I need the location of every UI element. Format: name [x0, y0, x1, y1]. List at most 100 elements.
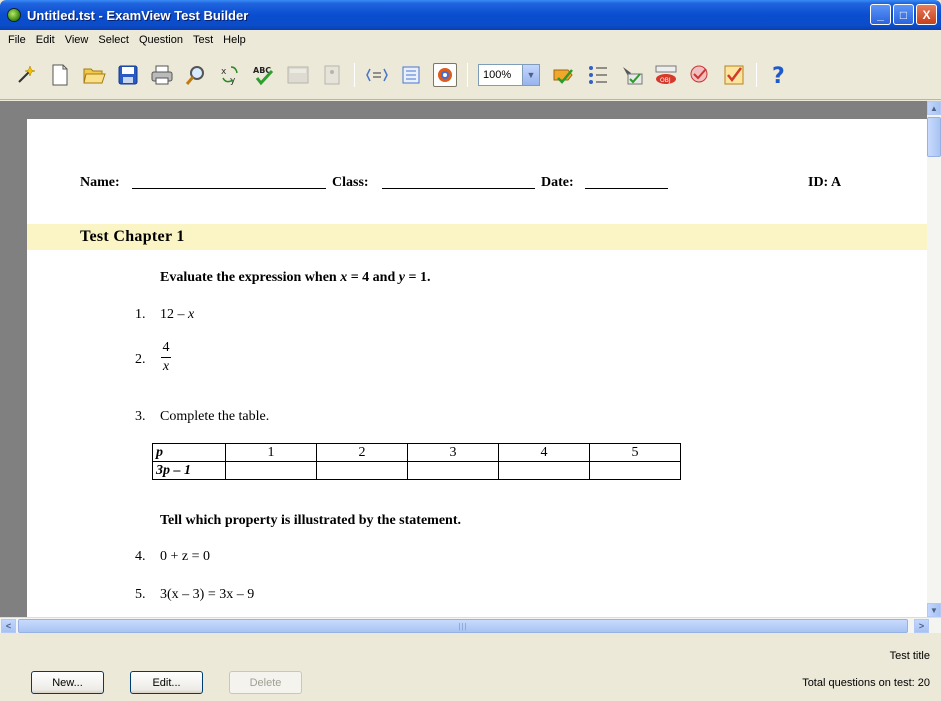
- question-text: Complete the table.: [160, 409, 270, 424]
- document-area[interactable]: Name: Class: Date: ID: A Test Chapter 1 …: [0, 101, 941, 617]
- question-4[interactable]: 4. 0 + z = 0: [135, 549, 210, 565]
- question-3[interactable]: 3. Complete the table.: [135, 409, 269, 425]
- menu-edit[interactable]: Edit: [31, 32, 60, 48]
- toolbar: xy ABC 100% ▼ OBJ ?: [0, 50, 941, 100]
- answer-key-icon[interactable]: [620, 63, 644, 87]
- chevron-down-icon[interactable]: ▼: [522, 64, 539, 85]
- app-icon: [7, 8, 21, 22]
- objectives-icon[interactable]: OBJ: [654, 63, 678, 87]
- toolbar-separator: [467, 62, 468, 87]
- numbering-icon[interactable]: [586, 63, 610, 87]
- menu-help[interactable]: Help: [218, 32, 251, 48]
- window-controls: _ □ X: [870, 4, 937, 25]
- instruction-text: Evaluate the expression when: [160, 270, 341, 285]
- edit-button[interactable]: Edit...: [130, 671, 203, 694]
- toolbar-separator: [354, 62, 355, 87]
- question-number: 5.: [135, 587, 146, 602]
- fraction-numerator: 4: [162, 340, 170, 355]
- scramble-icon[interactable]: [552, 63, 576, 87]
- scroll-up-icon[interactable]: ▲: [927, 101, 941, 115]
- question-text: 3(x – 3) = 3x – 9: [160, 587, 255, 602]
- delete-button[interactable]: Delete: [229, 671, 302, 694]
- question-info-icon[interactable]: [320, 63, 344, 87]
- bottom-panel: New... Edit... Delete Test title Total q…: [0, 633, 941, 701]
- question-text: 0 + z = 0: [160, 549, 211, 564]
- name-label: Name:: [80, 175, 120, 190]
- new-button[interactable]: New...: [31, 671, 104, 694]
- scroll-right-icon[interactable]: >: [914, 619, 929, 633]
- total-questions-label: Total questions on test: 20: [802, 677, 930, 689]
- minimize-button[interactable]: _: [870, 4, 891, 25]
- date-line: [585, 175, 668, 189]
- question-2[interactable]: 2.: [135, 352, 160, 368]
- question-number: 3.: [135, 409, 146, 424]
- window-title: Untitled.tst - ExamView Test Builder: [27, 7, 249, 23]
- close-button[interactable]: X: [916, 4, 937, 25]
- chapter-title: Test Chapter 1: [27, 224, 927, 250]
- reorder-icon[interactable]: [365, 63, 389, 87]
- zoom-select[interactable]: 100% ▼: [478, 63, 540, 86]
- menu-select[interactable]: Select: [93, 32, 134, 48]
- toolbar-separator: [756, 62, 757, 87]
- table-cell: [225, 461, 317, 480]
- table-cell: [498, 461, 590, 480]
- question-1[interactable]: 1. 12 – x: [135, 307, 194, 323]
- table-cell: [316, 461, 408, 480]
- table-cell: p: [152, 443, 226, 462]
- title-bar: Untitled.tst - ExamView Test Builder _ □…: [0, 0, 941, 30]
- question-2-fraction: 4 x: [160, 340, 172, 375]
- fraction-denominator: x: [162, 359, 170, 374]
- table-cell: 1: [225, 443, 317, 462]
- new-document-icon[interactable]: [48, 63, 72, 87]
- wizard-icon[interactable]: [14, 63, 38, 87]
- scroll-down-icon[interactable]: ▼: [927, 603, 941, 617]
- instruction-evaluate: Evaluate the expression when x = 4 and y…: [160, 270, 430, 286]
- spell-check-icon[interactable]: ABC: [252, 63, 276, 87]
- check-test-icon[interactable]: [688, 63, 712, 87]
- class-line: [382, 175, 535, 189]
- table-cell: 3p – 1: [152, 461, 226, 480]
- horizontal-scrollbar[interactable]: < ||| >: [0, 617, 941, 633]
- svg-text:x: x: [221, 67, 227, 77]
- question-var: x: [188, 307, 195, 322]
- instruction-text: = 4 and: [347, 270, 399, 285]
- question-number: 2.: [135, 352, 146, 367]
- table-cell: [589, 461, 681, 480]
- menu-view[interactable]: View: [60, 32, 94, 48]
- page-view-icon[interactable]: [433, 62, 457, 87]
- replace-icon[interactable]: xy: [218, 63, 242, 87]
- print-icon[interactable]: [150, 63, 174, 87]
- table-row: p 1 2 3 4 5: [152, 443, 681, 462]
- table-row: 3p – 1: [152, 461, 681, 480]
- question-text: 12 –: [160, 307, 188, 322]
- question-number: 4.: [135, 549, 146, 564]
- grade-icon[interactable]: [722, 63, 746, 87]
- find-icon[interactable]: [184, 63, 208, 87]
- menu-file[interactable]: File: [3, 32, 31, 48]
- instruction-text: = 1.: [404, 270, 431, 285]
- open-folder-icon[interactable]: [82, 63, 106, 87]
- maximize-button[interactable]: □: [893, 4, 914, 25]
- table-cell: 3: [407, 443, 499, 462]
- question-5[interactable]: 5. 3(x – 3) = 3x – 9: [135, 587, 254, 603]
- vertical-scrollbar[interactable]: ▲ ▼: [927, 101, 941, 617]
- list-view-icon[interactable]: [399, 63, 423, 87]
- complete-table: p 1 2 3 4 5 3p – 1: [152, 443, 681, 480]
- vertical-scroll-thumb[interactable]: [927, 117, 941, 157]
- date-label: Date:: [541, 175, 574, 190]
- menu-question[interactable]: Question: [134, 32, 188, 48]
- menu-test[interactable]: Test: [188, 32, 218, 48]
- horizontal-scroll-thumb[interactable]: |||: [18, 619, 908, 633]
- test-title-label: Test title: [889, 650, 930, 662]
- menu-bar: File Edit View Select Question Test Help: [0, 30, 941, 50]
- name-line: [132, 175, 326, 189]
- help-icon[interactable]: ?: [767, 63, 791, 87]
- save-icon[interactable]: [116, 63, 140, 87]
- calculator-icon[interactable]: [286, 63, 310, 87]
- svg-text:OBJ: OBJ: [660, 77, 671, 84]
- table-cell: [407, 461, 499, 480]
- scroll-left-icon[interactable]: <: [1, 619, 16, 633]
- table-cell: 2: [316, 443, 408, 462]
- table-cell: 5: [589, 443, 681, 462]
- id-label: ID: A: [808, 175, 842, 190]
